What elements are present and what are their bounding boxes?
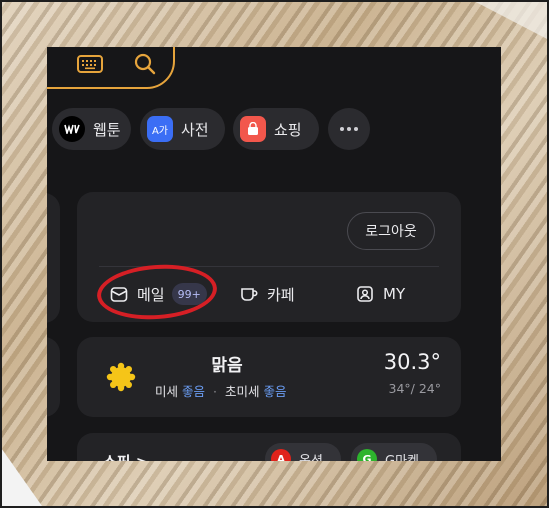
auction-icon: A <box>271 449 291 461</box>
gmarket-label: G마켓 <box>385 453 419 462</box>
search-icon[interactable] <box>133 52 157 76</box>
gmarket-icon: G <box>357 449 377 461</box>
more-icon <box>340 127 358 131</box>
ultra-dust-label: 초미세 <box>224 384 260 399</box>
webtoon-icon <box>59 116 85 142</box>
ultra-dust-value: 좋음 <box>263 384 287 399</box>
side-card <box>47 337 60 417</box>
logout-button[interactable]: 로그아웃 <box>347 212 435 250</box>
dictionary-icon: A가 <box>147 116 173 142</box>
my-link[interactable]: MY <box>355 280 405 308</box>
shopping-title[interactable]: 쇼핑 > <box>103 451 148 461</box>
auction-label: 옥션 <box>299 453 323 462</box>
side-card <box>47 193 60 323</box>
phone-screen: 웹툰 A가 사전 쇼핑 로그아웃 메일 99+ 카페 MY 맑음 미세 좋음 ·… <box>47 47 501 461</box>
profile-icon <box>357 286 373 302</box>
current-temperature: 30.3° <box>383 350 441 374</box>
search-bar[interactable] <box>47 47 175 89</box>
weather-condition: 맑음 <box>211 356 243 376</box>
cafe-label: 카페 <box>267 285 295 304</box>
chip-dictionary[interactable]: A가 사전 <box>140 108 225 150</box>
auction-chip[interactable]: A 옥션 <box>265 443 341 461</box>
keyboard-icon[interactable] <box>77 55 103 73</box>
chip-shopping[interactable]: 쇼핑 <box>233 108 319 150</box>
separator: · <box>213 384 217 399</box>
chip-more[interactable] <box>328 108 370 150</box>
fine-dust-value: 좋음 <box>182 384 206 399</box>
weather-card[interactable]: 맑음 미세 좋음 · 초미세 좋음 30.3° 34°/ 24° <box>77 337 461 417</box>
gmarket-chip[interactable]: G G마켓 <box>351 443 437 461</box>
my-label: MY <box>383 285 406 303</box>
chip-label: 쇼핑 <box>274 120 302 139</box>
cup-icon <box>241 288 258 301</box>
chip-label: 사전 <box>181 120 209 139</box>
shopping-bag-icon <box>240 116 266 142</box>
temperature-range: 34°/ 24° <box>388 381 442 396</box>
air-quality: 미세 좋음 · 초미세 좋음 <box>155 381 286 400</box>
fine-dust-label: 미세 <box>155 384 179 399</box>
chip-webtoon[interactable]: 웹툰 <box>52 108 131 150</box>
shopping-card: 쇼핑 > A 옥션 G G마켓 <box>77 433 461 461</box>
cafe-link[interactable]: 카페 <box>239 280 295 308</box>
chip-label: 웹툰 <box>93 120 121 139</box>
